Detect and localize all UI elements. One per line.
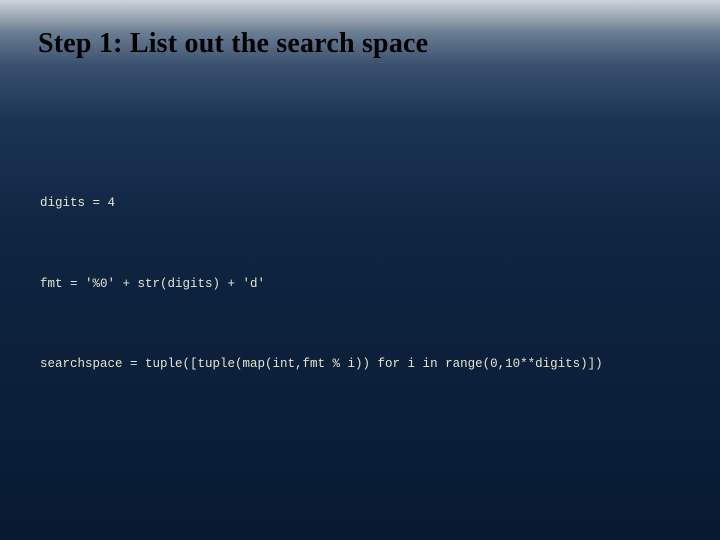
code-line-1: digits = 4 bbox=[40, 195, 603, 213]
code-line-2: fmt = '%0' + str(digits) + 'd' bbox=[40, 276, 603, 294]
code-block: digits = 4 fmt = '%0' + str(digits) + 'd… bbox=[40, 160, 603, 437]
code-line-3: searchspace = tuple([tuple(map(int,fmt %… bbox=[40, 356, 603, 374]
slide: Step 1: List out the search space digits… bbox=[0, 0, 720, 540]
slide-title: Step 1: List out the search space bbox=[38, 28, 428, 60]
